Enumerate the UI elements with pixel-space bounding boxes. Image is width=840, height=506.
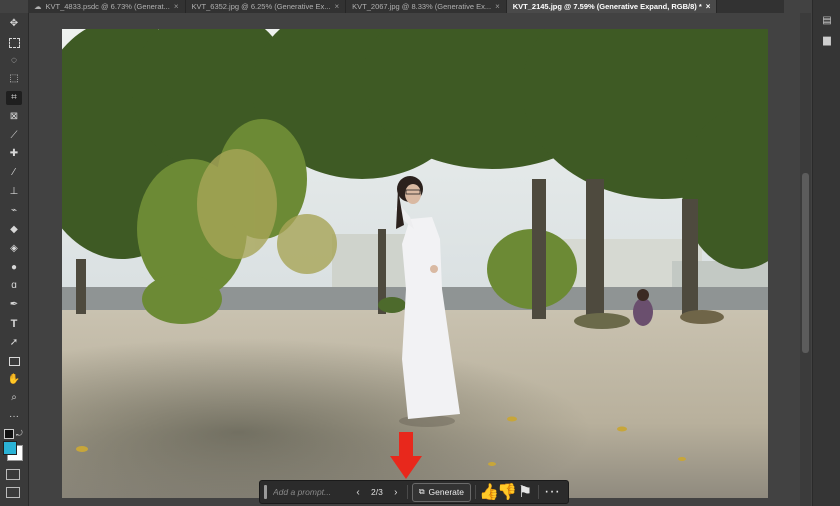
document-tab-2[interactable]: KVT_6352.jpg @ 6.25% (Generative Ex... × bbox=[186, 0, 347, 13]
quick-mask-icon[interactable] bbox=[6, 469, 20, 480]
close-icon[interactable]: × bbox=[174, 2, 179, 11]
thumbs-down-icon[interactable]: 👎 bbox=[497, 484, 517, 501]
swap-colors-icon[interactable]: ⤾ bbox=[16, 429, 23, 439]
divider bbox=[406, 485, 408, 499]
document-tab-1[interactable]: ☁ KVT_4833.psdc @ 6.73% (Generat... × bbox=[28, 0, 186, 13]
tab-label: KVT_2145.jpg @ 7.59% (Generative Expand,… bbox=[512, 2, 702, 11]
brush-tool-icon[interactable]: ⁄ bbox=[6, 166, 22, 180]
report-flag-icon[interactable]: ⚑ bbox=[516, 484, 534, 501]
paint-bucket-tool-icon[interactable]: ◈ bbox=[6, 242, 22, 256]
history-brush-tool-icon[interactable]: ⌁ bbox=[6, 204, 22, 218]
properties-panel-icon[interactable]: ▤ bbox=[821, 14, 833, 26]
document-tab-3[interactable]: KVT_2067.jpg @ 8.33% (Generative Ex... × bbox=[346, 0, 507, 13]
close-icon[interactable]: × bbox=[495, 2, 500, 11]
default-colors-icon[interactable] bbox=[4, 429, 14, 439]
close-icon[interactable]: × bbox=[706, 2, 711, 11]
vertical-scrollbar[interactable] bbox=[800, 13, 811, 506]
thumbs-up-icon[interactable]: 👍 bbox=[479, 484, 499, 501]
lasso-tool-icon[interactable]: ◌ bbox=[6, 54, 22, 68]
generate-button[interactable]: ⧉ Generate bbox=[411, 482, 471, 502]
more-options-icon[interactable]: ··· bbox=[543, 483, 561, 500]
contextual-task-bar: ‹ 2/3 › ⧉ Generate 👍 👎 ⚑ ··· bbox=[259, 480, 569, 504]
foreground-color-swatch[interactable] bbox=[3, 441, 17, 455]
divider bbox=[538, 485, 539, 499]
eyedropper-tool-icon[interactable]: ⟋ bbox=[6, 129, 22, 143]
zoom-tool-icon[interactable]: ⌕ bbox=[6, 391, 22, 405]
next-variation-button[interactable]: › bbox=[389, 484, 403, 500]
tab-label: KVT_2067.jpg @ 8.33% (Generative Ex... bbox=[352, 2, 492, 11]
generate-icon: ⧉ bbox=[418, 487, 425, 496]
blur-tool-icon[interactable]: ● bbox=[6, 261, 22, 275]
scrollbar-thumb[interactable] bbox=[802, 173, 809, 353]
path-selection-tool-icon[interactable]: ➚ bbox=[6, 336, 22, 350]
tab-label: KVT_4833.psdc @ 6.73% (Generat... bbox=[45, 2, 170, 11]
variation-counter: 2/3 bbox=[371, 487, 383, 497]
prompt-input[interactable] bbox=[273, 484, 351, 500]
hand-tool-icon[interactable]: ✋ bbox=[6, 373, 22, 387]
generate-label: Generate bbox=[428, 487, 464, 497]
document-tab-4-active[interactable]: KVT_2145.jpg @ 7.59% (Generative Expand,… bbox=[506, 0, 718, 13]
previous-variation-button[interactable]: ‹ bbox=[351, 484, 365, 500]
marquee-tool-icon[interactable] bbox=[6, 36, 22, 50]
tools-panel: ✥ ◌ ⬚ ⌗ ⊠ ⟋ ✚ ⁄ ⊥ ⌁ ◆ ◈ ● ɑ ✒ T ➚ ✋ ⌕ ··… bbox=[0, 13, 29, 506]
comments-panel-icon[interactable]: ▆ bbox=[821, 34, 833, 46]
close-icon[interactable]: × bbox=[334, 2, 339, 11]
more-tools-icon[interactable]: ··· bbox=[6, 410, 22, 424]
crop-tool-icon[interactable]: ⌗ bbox=[6, 91, 22, 105]
pen-tool-icon[interactable]: ✒ bbox=[6, 298, 22, 312]
object-selection-tool-icon[interactable]: ⬚ bbox=[6, 72, 22, 86]
divider bbox=[475, 485, 476, 499]
clone-stamp-tool-icon[interactable]: ⊥ bbox=[6, 185, 22, 199]
spot-healing-tool-icon[interactable]: ✚ bbox=[6, 147, 22, 161]
document-tab-bar: ☁ KVT_4833.psdc @ 6.73% (Generat... × KV… bbox=[28, 0, 784, 13]
type-tool-icon[interactable]: T bbox=[6, 317, 22, 331]
tab-label: KVT_6352.jpg @ 6.25% (Generative Ex... bbox=[191, 2, 331, 11]
panel-dock: ▤ ▆ bbox=[812, 0, 840, 506]
red-arrow-annotation bbox=[390, 432, 422, 479]
move-tool-icon[interactable]: ✥ bbox=[6, 17, 22, 31]
frame-tool-icon[interactable]: ⊠ bbox=[6, 110, 22, 124]
document-canvas[interactable] bbox=[62, 29, 768, 498]
cloud-icon: ☁ bbox=[34, 2, 42, 11]
dodge-tool-icon[interactable]: ɑ bbox=[6, 279, 22, 293]
drag-handle[interactable] bbox=[264, 485, 267, 499]
screen-mode-icon[interactable] bbox=[6, 487, 20, 498]
photo bbox=[62, 29, 768, 498]
rectangle-tool-icon[interactable] bbox=[6, 354, 22, 368]
eraser-tool-icon[interactable]: ◆ bbox=[6, 223, 22, 237]
